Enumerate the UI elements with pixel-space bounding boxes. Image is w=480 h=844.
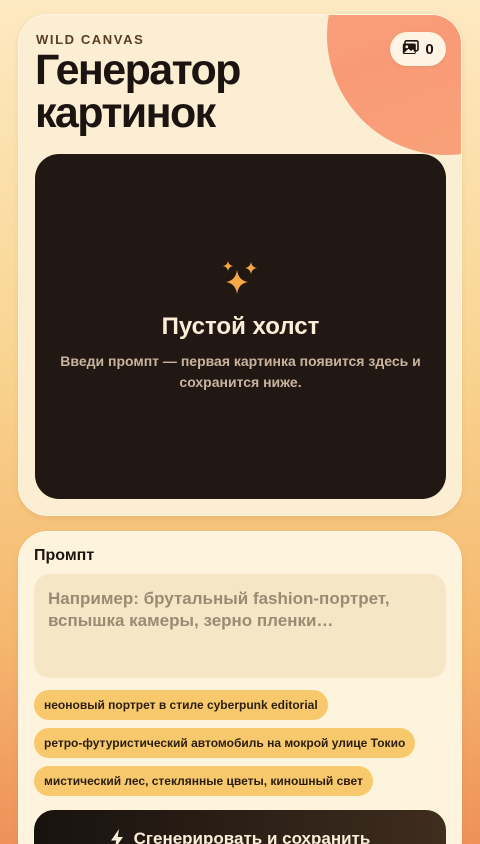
canvas-title: Пустой холст	[161, 313, 320, 340]
prompt-label: Промпт	[34, 547, 95, 564]
sparkles-icon	[222, 261, 257, 294]
decorative-blob	[327, 15, 461, 155]
brand-label: WILD CANVAS	[36, 32, 145, 47]
generate-button[interactable]: Сгенерировать и сохранить	[34, 810, 446, 844]
canvas-description: Введи промпт — первая картинка появится …	[60, 353, 421, 390]
suggestion-chip[interactable]: неоновый портрет в стиле cyberpunk edito…	[34, 690, 328, 720]
bolt-icon	[110, 829, 123, 844]
gallery-count: 0	[425, 40, 434, 58]
images-icon	[402, 39, 420, 59]
hero-card: WILD CANVAS Генератор картинок 0 Пустой …	[18, 14, 462, 516]
prompt-input[interactable]	[34, 574, 446, 678]
suggestion-chip[interactable]: мистический лес, стеклянные цветы, кинош…	[34, 766, 373, 796]
gallery-count-button[interactable]: 0	[390, 32, 446, 66]
suggestion-chip[interactable]: ретро-футуристический автомобиль на мокр…	[34, 728, 416, 758]
generate-button-label: Сгенерировать и сохранить	[133, 829, 371, 844]
page-title: Генератор картинок	[35, 46, 241, 137]
image-canvas: Пустой холст Введи промпт — первая карти…	[35, 154, 446, 499]
prompt-card: Промпт неоновый портрет в стиле cyberpun…	[18, 531, 462, 844]
